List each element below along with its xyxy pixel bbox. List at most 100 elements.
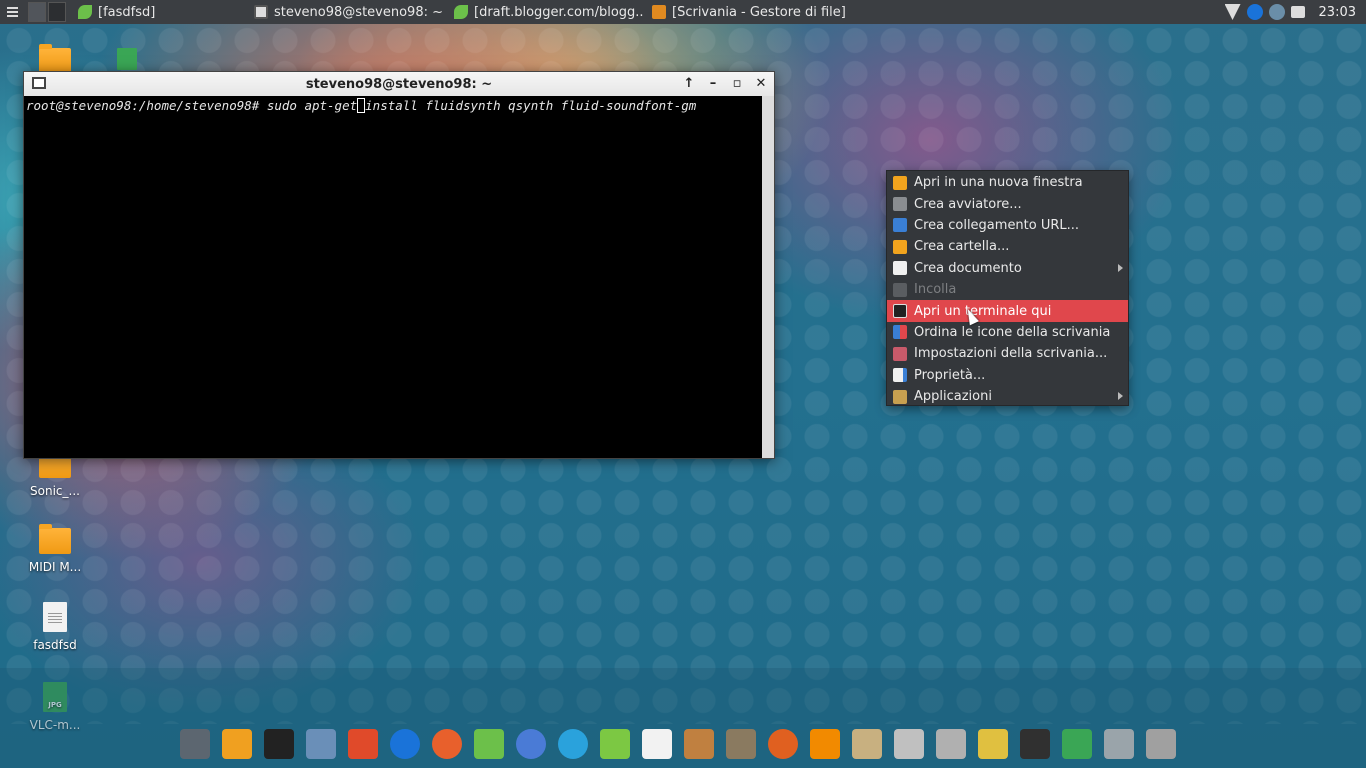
minimize-icon[interactable]: – <box>706 77 720 91</box>
menu-item-label: Crea collegamento URL... <box>914 217 1080 233</box>
keep-above-icon[interactable]: ↑ <box>682 77 696 91</box>
xterm-icon <box>264 729 294 759</box>
terminal-output[interactable]: root@steveno98:/home/steveno98# sudo apt… <box>24 96 762 458</box>
properties-icon <box>893 368 907 383</box>
chromium-icon <box>516 729 546 759</box>
system-tray: 23:03 <box>1224 0 1366 24</box>
system-monitor-icon <box>1020 729 1050 759</box>
windows-icon <box>348 729 378 759</box>
menu-item-open-new-window[interactable]: Apri in una nuova finestra <box>887 172 1128 193</box>
terminal-command-text: install fluidsynth qsynth fluid-soundfon… <box>365 98 697 113</box>
taskbar-item-label: steveno98@steveno98: ~ <box>274 4 443 20</box>
dock-item-trash[interactable] <box>1100 725 1138 763</box>
terminal-titlebar[interactable]: steveno98@steveno98: ~ ↑ – ▫ ✕ <box>24 72 774 96</box>
workspace-2[interactable] <box>48 2 66 22</box>
menu-item-create-url-link[interactable]: Crea collegamento URL... <box>887 215 1128 236</box>
text-document-icon <box>43 602 67 632</box>
terminal-scrollbar[interactable] <box>762 96 774 458</box>
new-folder-icon <box>893 239 907 254</box>
dock-item-drop[interactable] <box>764 725 802 763</box>
dock-item-feather-editor[interactable] <box>596 725 634 763</box>
dock-item-disk-usage[interactable] <box>848 725 886 763</box>
menu-item-open-terminal[interactable]: Apri un terminale qui <box>887 300 1128 322</box>
terminal-command-line: root@steveno98:/home/steveno98# sudo apt… <box>26 98 760 113</box>
menu-item-label: Proprietà... <box>914 367 986 383</box>
menu-item-create-launcher[interactable]: Crea avviatore... <box>887 193 1128 214</box>
submenu-arrow-icon <box>1118 263 1123 272</box>
dock-item-cleaner[interactable] <box>974 725 1012 763</box>
launcher-icon <box>893 197 907 212</box>
clock[interactable]: 23:03 <box>1319 5 1356 20</box>
dock-item-download[interactable] <box>1058 725 1096 763</box>
desktop-icon-label: fasdfsd <box>33 638 77 652</box>
dock-item-xterm[interactable] <box>260 725 298 763</box>
monitor-icon <box>180 729 210 759</box>
maximize-icon[interactable]: ▫ <box>730 77 744 91</box>
dock-item-vlc[interactable] <box>806 725 844 763</box>
terminal-icon <box>893 304 907 319</box>
menu-item-properties[interactable]: Proprietà... <box>887 365 1128 386</box>
applications-icon <box>893 389 907 404</box>
gimp-icon <box>726 729 756 759</box>
disk-usage-icon <box>852 729 882 759</box>
dock-item-monitor[interactable] <box>176 725 214 763</box>
dock-item-package[interactable] <box>890 725 928 763</box>
menu-item-sort-icons[interactable]: Ordina le icone della scrivania <box>887 322 1128 343</box>
top-panel: [fasdfsd] steveno98@steveno98: ~ [draft.… <box>0 0 1366 24</box>
dock-item-teamviewer[interactable] <box>386 725 424 763</box>
dock-item-leaf-browser[interactable] <box>470 725 508 763</box>
dock-item-chromium[interactable] <box>512 725 550 763</box>
volume-icon[interactable] <box>1290 6 1305 18</box>
close-icon[interactable]: ✕ <box>754 77 768 91</box>
drop-icon <box>768 729 798 759</box>
menu-item-create-folder[interactable]: Crea cartella... <box>887 236 1128 257</box>
workspace-switcher[interactable] <box>24 2 70 22</box>
dock-item-file-manager[interactable] <box>218 725 256 763</box>
new-document-icon <box>893 261 907 276</box>
workspace-1[interactable] <box>28 2 46 22</box>
menu-item-label: Crea cartella... <box>914 239 1010 255</box>
application-menu-button[interactable] <box>0 0 24 24</box>
desktop-icon-midi[interactable]: MIDI M... <box>20 524 90 574</box>
dock-item-firefox[interactable] <box>428 725 466 763</box>
desktop-icon-label: MIDI M... <box>28 560 82 574</box>
menu-item-label: Crea avviatore... <box>914 196 1022 212</box>
taskbar-item-terminal[interactable]: steveno98@steveno98: ~ <box>246 0 446 24</box>
taskbar-item-fasdfsd[interactable]: [fasdfsd] <box>70 0 246 24</box>
dock-item-virtualbox[interactable] <box>302 725 340 763</box>
terminal-window[interactable]: steveno98@steveno98: ~ ↑ – ▫ ✕ root@stev… <box>23 71 775 459</box>
text-cursor <box>357 98 366 113</box>
teamviewer-tray-icon[interactable] <box>1246 4 1263 20</box>
folder-open-icon <box>893 175 907 190</box>
dock-item-blank-document[interactable] <box>638 725 676 763</box>
submenu-arrow-icon <box>1118 391 1123 400</box>
desktop-icon-label: Sonic_... <box>30 484 80 498</box>
download-icon <box>1062 729 1092 759</box>
terminal-prompt: root@steveno98:/home/steveno98# sudo apt… <box>26 98 358 113</box>
wifi-icon[interactable] <box>1224 4 1241 20</box>
sort-icon <box>893 325 907 340</box>
dock-item-gimp[interactable] <box>722 725 760 763</box>
taskbar-item-file-manager[interactable]: [Scrivania - Gestore di file] <box>644 0 854 24</box>
link-icon <box>893 218 907 233</box>
brush-icon <box>684 729 714 759</box>
dock-item-brush[interactable] <box>680 725 718 763</box>
folder-icon <box>39 524 71 554</box>
menu-item-create-document[interactable]: Crea documento <box>887 258 1128 279</box>
menu-item-label: Apri in una nuova finestra <box>914 175 1083 191</box>
dock-item-telegram[interactable] <box>554 725 592 763</box>
menu-item-paste[interactable]: Incolla <box>887 279 1128 300</box>
weather-icon[interactable] <box>1268 4 1285 20</box>
dock-item-windows[interactable] <box>344 725 382 763</box>
desktop-icon-fasdfsd[interactable]: fasdfsd <box>20 602 90 652</box>
taskbar-item-label: [fasdfsd] <box>98 4 156 20</box>
menu-item-desktop-settings[interactable]: Impostazioni della scrivania... <box>887 343 1128 364</box>
feather-editor-icon <box>600 729 630 759</box>
dock-item-network[interactable] <box>1142 725 1180 763</box>
window-title: steveno98@steveno98: ~ <box>305 76 493 92</box>
dock-item-system-monitor[interactable] <box>1016 725 1054 763</box>
menu-item-applications[interactable]: Applicazioni <box>887 386 1128 407</box>
taskbar-item-blogger[interactable]: [draft.blogger.com/blogg... <box>446 0 644 24</box>
trash-icon <box>1104 729 1134 759</box>
dock-item-screenshot[interactable] <box>932 725 970 763</box>
